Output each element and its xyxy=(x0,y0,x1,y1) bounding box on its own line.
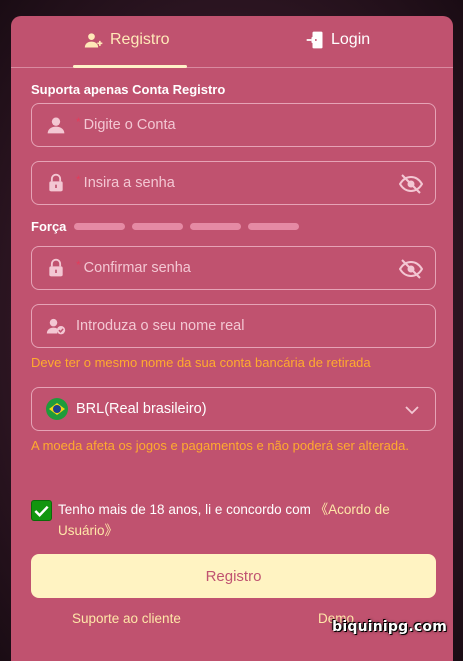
strength-bar xyxy=(248,223,299,230)
confirm-password-input[interactable]: * Confirmar senha xyxy=(31,246,436,290)
strength-bar xyxy=(190,223,241,230)
password-placeholder: Insira a senha xyxy=(83,175,175,191)
lock-icon xyxy=(49,173,63,192)
currency-warning: A moeda afeta os jogos e pagamentos e nã… xyxy=(31,438,409,453)
confirm-placeholder: Confirmar senha xyxy=(83,260,191,276)
user-icon xyxy=(47,117,65,134)
customer-support-link[interactable]: Suporte ao cliente xyxy=(72,611,181,626)
site-watermark: biquinipg.com xyxy=(332,619,447,635)
currency-value: BRL(Real brasileiro) xyxy=(76,401,207,417)
eye-off-icon[interactable] xyxy=(399,173,423,195)
real-name-warning: Deve ter o mesmo nome da sua conta bancá… xyxy=(31,355,371,370)
agreement-text: Tenho mais de 18 anos, li e concordo com… xyxy=(58,499,433,541)
supported-account-label: Suporta apenas Conta Registro xyxy=(31,82,226,97)
checkmark-icon xyxy=(34,505,49,518)
age-agreement-checkbox[interactable] xyxy=(31,500,52,521)
currency-select[interactable]: BRL(Real brasileiro) xyxy=(31,387,436,431)
user-add-icon xyxy=(84,33,103,48)
tab-bar: Registro Login xyxy=(11,16,453,68)
strength-bar xyxy=(132,223,183,230)
tab-login-label: Login xyxy=(331,31,371,48)
required-mark: * xyxy=(76,115,81,129)
login-door-icon xyxy=(306,31,323,49)
account-input[interactable]: * Digite o Conta xyxy=(31,103,436,147)
agreement-statement: Tenho mais de 18 anos, li e concordo com xyxy=(58,502,315,517)
password-input[interactable]: * Insira a senha xyxy=(31,161,436,205)
chevron-down-icon xyxy=(405,406,419,415)
eye-off-icon[interactable] xyxy=(399,258,423,280)
real-name-input[interactable]: Introduza o seu nome real xyxy=(31,304,436,348)
tab-login[interactable]: Login xyxy=(305,30,370,50)
register-modal: Registro Login Suporta apenas Conta Regi… xyxy=(11,16,453,661)
active-tab-indicator xyxy=(73,65,187,68)
required-mark: * xyxy=(76,258,81,272)
register-submit-button[interactable]: Registro xyxy=(31,554,436,598)
real-name-placeholder: Introduza o seu nome real xyxy=(76,318,245,334)
account-placeholder: Digite o Conta xyxy=(83,117,176,133)
strength-bar xyxy=(74,223,125,230)
user-check-icon xyxy=(46,318,66,335)
brazil-flag-icon xyxy=(46,398,68,420)
strength-label: Força xyxy=(31,219,67,234)
required-mark: * xyxy=(76,173,81,187)
lock-icon xyxy=(49,258,63,277)
tab-register[interactable]: Registro xyxy=(84,30,170,50)
tab-register-label: Registro xyxy=(110,31,170,48)
